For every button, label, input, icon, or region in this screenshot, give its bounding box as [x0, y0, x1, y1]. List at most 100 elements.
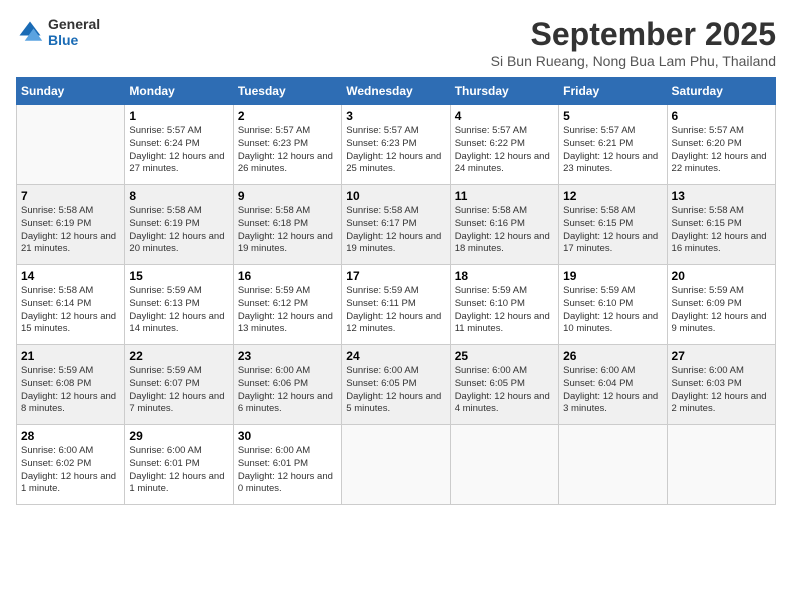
- day-info: Sunrise: 5:57 AMSunset: 6:22 PMDaylight:…: [455, 125, 554, 176]
- day-number: 30: [238, 429, 337, 443]
- day-number: 23: [238, 349, 337, 363]
- calendar-cell: 18 Sunrise: 5:59 AMSunset: 6:10 PMDaylig…: [450, 265, 558, 345]
- calendar-cell: 13 Sunrise: 5:58 AMSunset: 6:15 PMDaylig…: [667, 185, 775, 265]
- calendar-cell: 30 Sunrise: 6:00 AMSunset: 6:01 PMDaylig…: [233, 425, 341, 505]
- day-number: 24: [346, 349, 445, 363]
- day-info: Sunrise: 5:59 AMSunset: 6:10 PMDaylight:…: [455, 285, 554, 336]
- calendar-cell: 8 Sunrise: 5:58 AMSunset: 6:19 PMDayligh…: [125, 185, 233, 265]
- weekday-header-saturday: Saturday: [667, 78, 775, 105]
- day-number: 7: [21, 189, 120, 203]
- calendar-cell: 21 Sunrise: 5:59 AMSunset: 6:08 PMDaylig…: [17, 345, 125, 425]
- day-info: Sunrise: 5:58 AMSunset: 6:14 PMDaylight:…: [21, 285, 120, 336]
- page-header: General Blue September 2025 Si Bun Ruean…: [16, 16, 776, 69]
- day-number: 13: [672, 189, 771, 203]
- day-info: Sunrise: 5:59 AMSunset: 6:11 PMDaylight:…: [346, 285, 445, 336]
- calendar-cell: 5 Sunrise: 5:57 AMSunset: 6:21 PMDayligh…: [559, 105, 667, 185]
- day-number: 28: [21, 429, 120, 443]
- day-number: 4: [455, 109, 554, 123]
- calendar-cell: 27 Sunrise: 6:00 AMSunset: 6:03 PMDaylig…: [667, 345, 775, 425]
- calendar-cell: 19 Sunrise: 5:59 AMSunset: 6:10 PMDaylig…: [559, 265, 667, 345]
- day-info: Sunrise: 6:00 AMSunset: 6:01 PMDaylight:…: [129, 445, 228, 496]
- day-info: Sunrise: 5:59 AMSunset: 6:13 PMDaylight:…: [129, 285, 228, 336]
- calendar-table: SundayMondayTuesdayWednesdayThursdayFrid…: [16, 77, 776, 505]
- week-row-5: 28 Sunrise: 6:00 AMSunset: 6:02 PMDaylig…: [17, 425, 776, 505]
- calendar-cell: 16 Sunrise: 5:59 AMSunset: 6:12 PMDaylig…: [233, 265, 341, 345]
- day-number: 9: [238, 189, 337, 203]
- weekday-header-friday: Friday: [559, 78, 667, 105]
- calendar-cell: 12 Sunrise: 5:58 AMSunset: 6:15 PMDaylig…: [559, 185, 667, 265]
- day-number: 20: [672, 269, 771, 283]
- day-number: 17: [346, 269, 445, 283]
- weekday-header-wednesday: Wednesday: [342, 78, 450, 105]
- weekday-header-monday: Monday: [125, 78, 233, 105]
- day-info: Sunrise: 6:00 AMSunset: 6:02 PMDaylight:…: [21, 445, 120, 496]
- week-row-2: 7 Sunrise: 5:58 AMSunset: 6:19 PMDayligh…: [17, 185, 776, 265]
- calendar-cell: 3 Sunrise: 5:57 AMSunset: 6:23 PMDayligh…: [342, 105, 450, 185]
- weekday-header-row: SundayMondayTuesdayWednesdayThursdayFrid…: [17, 78, 776, 105]
- day-info: Sunrise: 5:57 AMSunset: 6:23 PMDaylight:…: [346, 125, 445, 176]
- logo-icon: [16, 18, 44, 46]
- day-info: Sunrise: 5:59 AMSunset: 6:10 PMDaylight:…: [563, 285, 662, 336]
- day-number: 15: [129, 269, 228, 283]
- logo: General Blue: [16, 16, 100, 48]
- weekday-header-tuesday: Tuesday: [233, 78, 341, 105]
- day-number: 19: [563, 269, 662, 283]
- day-info: Sunrise: 6:00 AMSunset: 6:04 PMDaylight:…: [563, 365, 662, 416]
- day-info: Sunrise: 5:58 AMSunset: 6:15 PMDaylight:…: [672, 205, 771, 256]
- day-info: Sunrise: 5:59 AMSunset: 6:08 PMDaylight:…: [21, 365, 120, 416]
- day-number: 27: [672, 349, 771, 363]
- day-number: 5: [563, 109, 662, 123]
- calendar-cell: 25 Sunrise: 6:00 AMSunset: 6:05 PMDaylig…: [450, 345, 558, 425]
- week-row-4: 21 Sunrise: 5:59 AMSunset: 6:08 PMDaylig…: [17, 345, 776, 425]
- day-info: Sunrise: 6:00 AMSunset: 6:06 PMDaylight:…: [238, 365, 337, 416]
- weekday-header-sunday: Sunday: [17, 78, 125, 105]
- day-info: Sunrise: 5:58 AMSunset: 6:16 PMDaylight:…: [455, 205, 554, 256]
- month-title: September 2025: [491, 16, 776, 53]
- calendar-cell: 28 Sunrise: 6:00 AMSunset: 6:02 PMDaylig…: [17, 425, 125, 505]
- day-number: 18: [455, 269, 554, 283]
- day-info: Sunrise: 5:58 AMSunset: 6:19 PMDaylight:…: [21, 205, 120, 256]
- day-info: Sunrise: 5:58 AMSunset: 6:19 PMDaylight:…: [129, 205, 228, 256]
- day-number: 21: [21, 349, 120, 363]
- logo-general: General: [48, 16, 100, 32]
- day-number: 22: [129, 349, 228, 363]
- calendar-cell: [342, 425, 450, 505]
- day-number: 3: [346, 109, 445, 123]
- day-info: Sunrise: 5:59 AMSunset: 6:12 PMDaylight:…: [238, 285, 337, 336]
- calendar-cell: [450, 425, 558, 505]
- calendar-cell: [667, 425, 775, 505]
- day-info: Sunrise: 5:59 AMSunset: 6:07 PMDaylight:…: [129, 365, 228, 416]
- day-info: Sunrise: 5:59 AMSunset: 6:09 PMDaylight:…: [672, 285, 771, 336]
- week-row-1: 1 Sunrise: 5:57 AMSunset: 6:24 PMDayligh…: [17, 105, 776, 185]
- day-info: Sunrise: 6:00 AMSunset: 6:03 PMDaylight:…: [672, 365, 771, 416]
- day-number: 10: [346, 189, 445, 203]
- day-number: 11: [455, 189, 554, 203]
- weekday-header-thursday: Thursday: [450, 78, 558, 105]
- day-number: 8: [129, 189, 228, 203]
- calendar-cell: [17, 105, 125, 185]
- day-info: Sunrise: 6:00 AMSunset: 6:05 PMDaylight:…: [455, 365, 554, 416]
- day-info: Sunrise: 5:58 AMSunset: 6:15 PMDaylight:…: [563, 205, 662, 256]
- title-section: September 2025 Si Bun Rueang, Nong Bua L…: [491, 16, 776, 69]
- calendar-cell: 23 Sunrise: 6:00 AMSunset: 6:06 PMDaylig…: [233, 345, 341, 425]
- day-number: 26: [563, 349, 662, 363]
- logo-blue: Blue: [48, 32, 100, 48]
- day-info: Sunrise: 5:58 AMSunset: 6:17 PMDaylight:…: [346, 205, 445, 256]
- calendar-cell: 24 Sunrise: 6:00 AMSunset: 6:05 PMDaylig…: [342, 345, 450, 425]
- location-subtitle: Si Bun Rueang, Nong Bua Lam Phu, Thailan…: [491, 53, 776, 69]
- day-number: 1: [129, 109, 228, 123]
- day-info: Sunrise: 5:57 AMSunset: 6:23 PMDaylight:…: [238, 125, 337, 176]
- day-number: 2: [238, 109, 337, 123]
- day-info: Sunrise: 5:57 AMSunset: 6:24 PMDaylight:…: [129, 125, 228, 176]
- day-number: 16: [238, 269, 337, 283]
- week-row-3: 14 Sunrise: 5:58 AMSunset: 6:14 PMDaylig…: [17, 265, 776, 345]
- calendar-cell: 29 Sunrise: 6:00 AMSunset: 6:01 PMDaylig…: [125, 425, 233, 505]
- day-number: 12: [563, 189, 662, 203]
- logo-text: General Blue: [48, 16, 100, 48]
- calendar-cell: 4 Sunrise: 5:57 AMSunset: 6:22 PMDayligh…: [450, 105, 558, 185]
- day-info: Sunrise: 6:00 AMSunset: 6:05 PMDaylight:…: [346, 365, 445, 416]
- calendar-cell: 15 Sunrise: 5:59 AMSunset: 6:13 PMDaylig…: [125, 265, 233, 345]
- day-info: Sunrise: 5:57 AMSunset: 6:21 PMDaylight:…: [563, 125, 662, 176]
- day-number: 29: [129, 429, 228, 443]
- calendar-cell: 9 Sunrise: 5:58 AMSunset: 6:18 PMDayligh…: [233, 185, 341, 265]
